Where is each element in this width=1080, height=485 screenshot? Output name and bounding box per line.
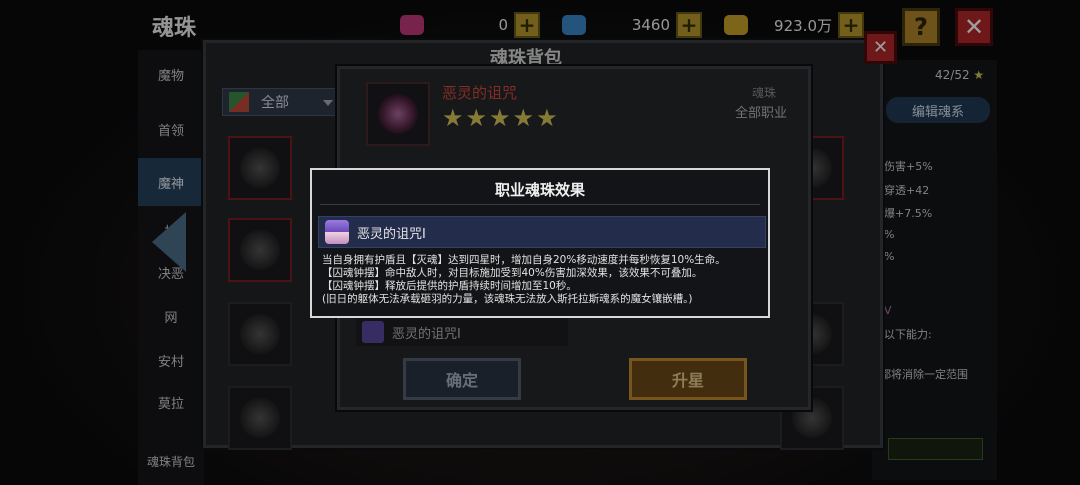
modal-description: 当自身拥有护盾且【灭魂】达到四星时，增加自身20%移动速度并每秒恢复10%生命。… xyxy=(322,254,766,306)
job-soul-effect-modal: 职业魂珠效果 恶灵的诅咒Ⅰ 当自身拥有护盾且【灭魂】达到四星时，增加自身20%移… xyxy=(310,168,770,318)
game-screen: 魂珠 0 + 3460 + 923.0万 + ? ✕ 魔物 首领 魔神 托 决恶… xyxy=(0,0,1080,485)
modal-title: 职业魂珠效果 xyxy=(494,181,585,199)
desc-line: (旧日的躯体无法承载砸羽的力量，该魂珠无法放入斯托拉斯魂系的魔女镶嵌槽。) xyxy=(322,293,693,305)
character-avatar-icon xyxy=(325,220,349,244)
desc-line: 【囚魂钟摆】命中敌人时，对目标施加受到40%伤害加深效果，该效果不可叠加。 xyxy=(322,267,703,279)
modal-divider xyxy=(320,204,760,205)
modal-banner-text: 恶灵的诅咒Ⅰ xyxy=(357,226,426,242)
desc-line: 当自身拥有护盾且【灭魂】达到四星时，增加自身20%移动速度并每秒恢复10%生命。 xyxy=(322,254,726,266)
modal-banner: 恶灵的诅咒Ⅰ xyxy=(318,216,766,248)
desc-line: 【囚魂钟摆】释放后提供的护盾持续时间增加至10秒。 xyxy=(322,280,577,292)
